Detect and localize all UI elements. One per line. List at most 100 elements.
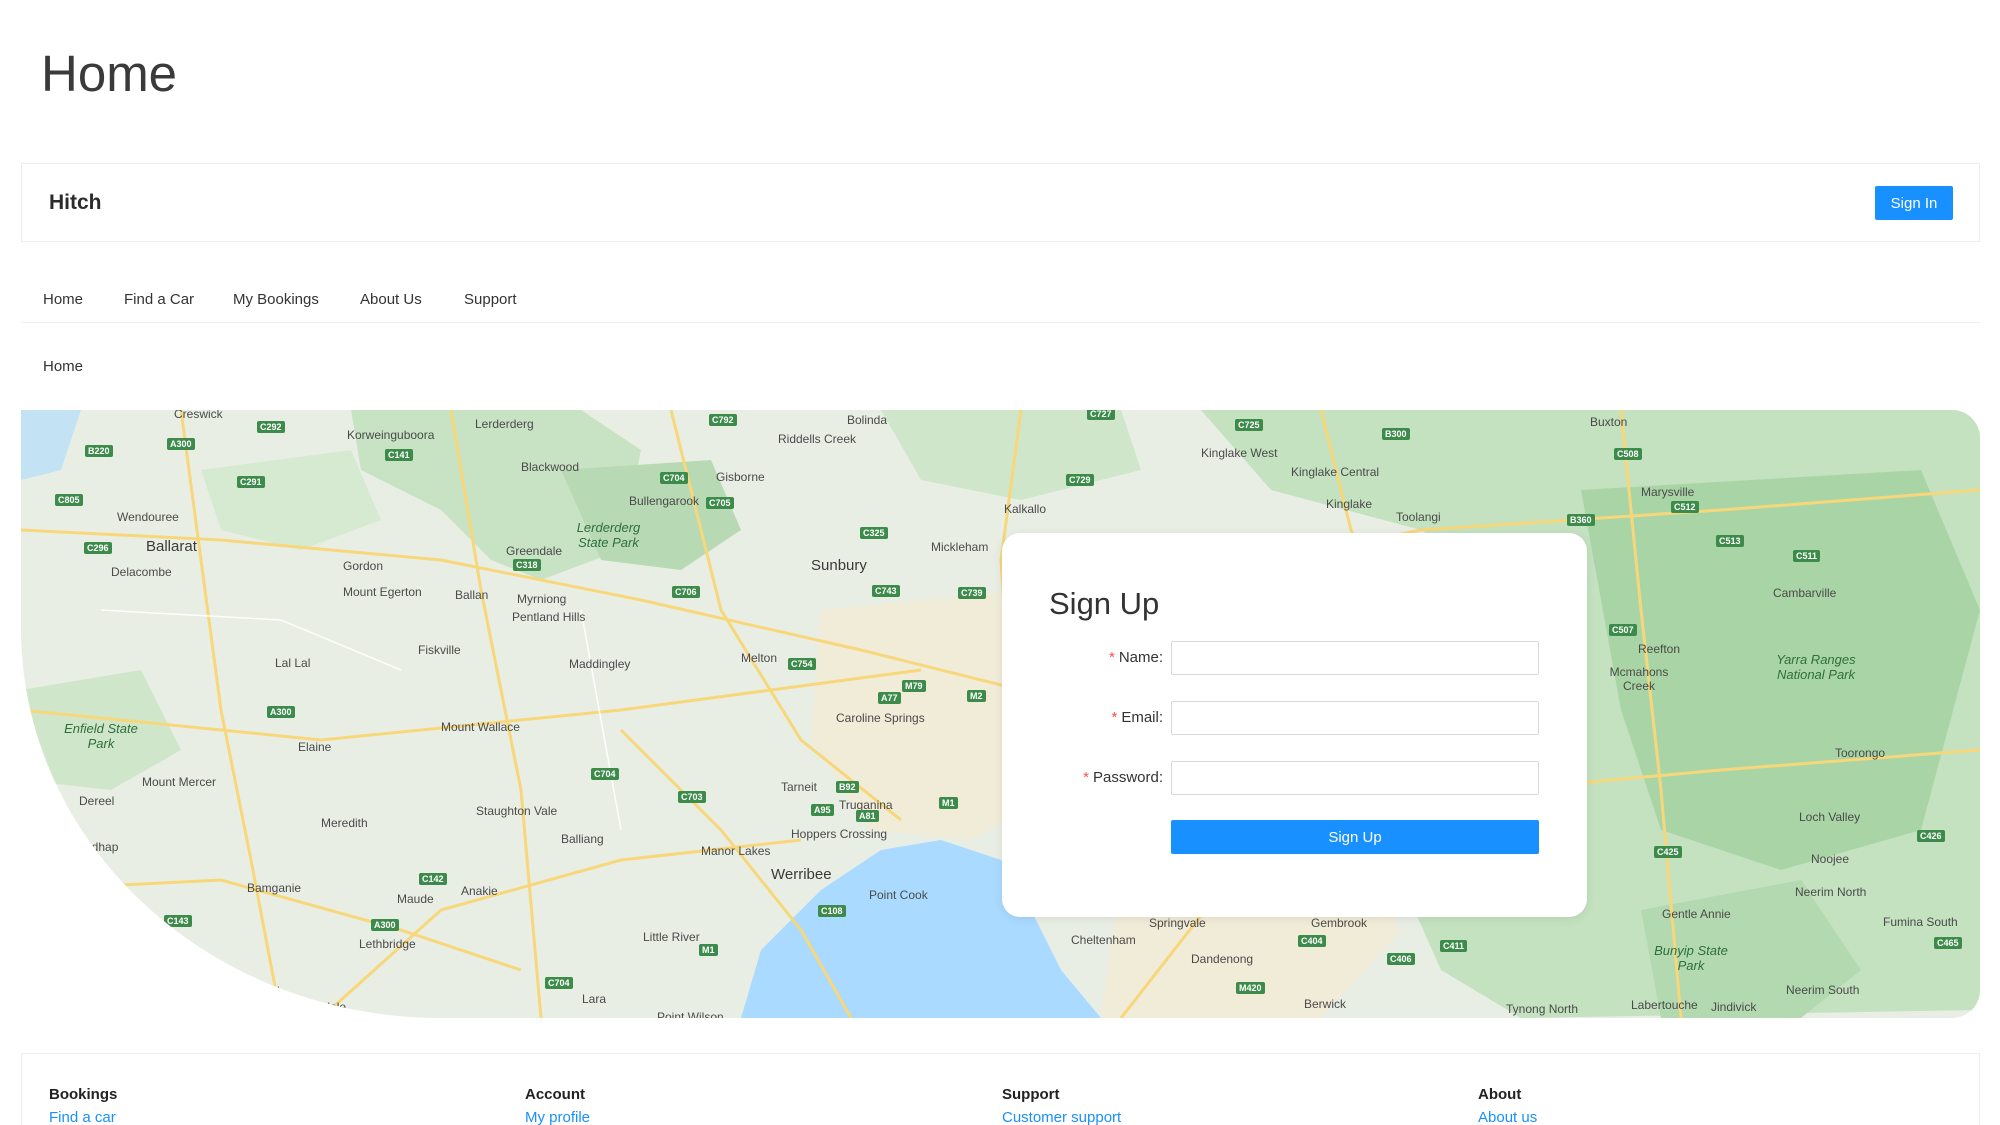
map-place-label: Corindhap bbox=[63, 840, 119, 854]
map-place-label: Kalkallo bbox=[1004, 502, 1047, 516]
background-map: Ballarat Sunbury Melton Werribee Gisborn… bbox=[21, 410, 1980, 1018]
map-place-label: Maude bbox=[397, 892, 434, 906]
route-shield: A300 bbox=[371, 919, 399, 931]
breadcrumb-item-home[interactable]: Home bbox=[43, 358, 83, 375]
map-place-label: Maddingley bbox=[569, 657, 631, 671]
footer-column-bookings: Bookings Find a car bbox=[49, 1086, 117, 1125]
app-header: Hitch Sign In bbox=[21, 163, 1980, 242]
main-nav: Home Find a Car My Bookings About Us Sup… bbox=[21, 285, 1980, 323]
form-row-name: * Name: bbox=[1002, 641, 1587, 675]
footer-heading: Bookings bbox=[49, 1086, 118, 1103]
map-place-label: Delacombe bbox=[111, 565, 172, 579]
route-shield: C705 bbox=[706, 497, 734, 509]
nav-item-support[interactable]: Support bbox=[464, 291, 517, 308]
map-place-label: Toolangi bbox=[1396, 510, 1441, 524]
map-place-label: Mickleham bbox=[931, 540, 989, 554]
map-place-label: Marysville bbox=[1641, 485, 1695, 499]
map-place-label: Fiskville bbox=[418, 643, 461, 657]
route-shield: C703 bbox=[678, 791, 706, 803]
map-place-label: Caroline Springs bbox=[836, 711, 925, 725]
map-place-label: Pentland Hills bbox=[512, 610, 586, 624]
map-place-label: Shelford bbox=[235, 984, 280, 998]
map-place-label: Creswick bbox=[174, 410, 223, 421]
breadcrumb: Home bbox=[43, 358, 83, 375]
map-place-label: Cambarville bbox=[1773, 586, 1837, 600]
email-input[interactable] bbox=[1171, 701, 1539, 735]
nav-item-find-a-car[interactable]: Find a Car bbox=[124, 291, 194, 308]
map-place-label: Mount Egerton bbox=[343, 585, 422, 599]
map-place-label: Teesdale bbox=[298, 1000, 347, 1014]
map-place-label: Mount Wallace bbox=[441, 720, 520, 734]
map-place-label: Kinglake Central bbox=[1291, 465, 1380, 479]
map-place-label: Cheltenham bbox=[1071, 933, 1136, 947]
route-shield: C729 bbox=[1066, 474, 1094, 486]
form-row-email: * Email: bbox=[1002, 701, 1587, 735]
form-row-password: * Password: bbox=[1002, 761, 1587, 795]
map-place-label: Toorongo bbox=[1835, 746, 1886, 760]
route-shield: M420 bbox=[1236, 982, 1265, 994]
map-place-label: Bamganie bbox=[247, 881, 302, 895]
password-label: * Password: bbox=[1083, 769, 1163, 786]
nav-item-my-bookings[interactable]: My Bookings bbox=[233, 291, 319, 308]
map-place-label: Myrniong bbox=[517, 592, 567, 606]
map-place-label: Lal Lal bbox=[275, 656, 311, 670]
footer-link-customer-support[interactable]: Customer support bbox=[1002, 1109, 1121, 1125]
required-mark: * bbox=[1108, 649, 1115, 666]
route-shield: C792 bbox=[709, 414, 737, 426]
map-place-label: Bullengarook bbox=[629, 494, 700, 508]
footer-link-my-profile[interactable]: My profile bbox=[525, 1109, 590, 1125]
route-shield: A95 bbox=[811, 804, 834, 816]
map-place-label: Lethbridge bbox=[359, 937, 416, 951]
route-shield: B300 bbox=[1382, 428, 1410, 440]
route-shield: C142 bbox=[419, 873, 447, 885]
footer-column-account: Account My profile bbox=[525, 1086, 590, 1125]
map-place-label: Ballarat bbox=[146, 538, 197, 555]
email-label-text: Email bbox=[1121, 709, 1159, 726]
route-shield: B92 bbox=[836, 781, 859, 793]
map-place-label: Noojee bbox=[1811, 852, 1850, 866]
map-place-label: Tynong North bbox=[1506, 1002, 1579, 1016]
map-place-label: Elaine bbox=[298, 740, 332, 754]
map-place-label: Dereel bbox=[79, 794, 115, 808]
route-shield: C141 bbox=[385, 449, 413, 461]
route-shield: M2 bbox=[967, 690, 986, 702]
map-place-label: Point Cook bbox=[869, 888, 928, 902]
route-shield: C739 bbox=[958, 587, 986, 599]
map-place-label: Anakie bbox=[461, 884, 498, 898]
footer-link-find-a-car[interactable]: Find a car bbox=[49, 1109, 117, 1125]
map-place-label: Buxton bbox=[1590, 415, 1628, 429]
route-shield: C108 bbox=[818, 905, 846, 917]
nav-item-about-us[interactable]: About Us bbox=[360, 291, 422, 308]
map-place-label: Jindivick bbox=[1711, 1000, 1757, 1014]
route-shield: C704 bbox=[545, 977, 573, 989]
map-place-label: Mcmahons Creek bbox=[1609, 665, 1669, 693]
sign-up-button[interactable]: Sign Up bbox=[1171, 820, 1539, 854]
sign-in-button[interactable]: Sign In bbox=[1875, 186, 1953, 220]
footer-link-about-us[interactable]: About us bbox=[1478, 1109, 1537, 1125]
brand-logo-text[interactable]: Hitch bbox=[49, 191, 102, 215]
map-place-label: Gentle Annie bbox=[1662, 907, 1731, 921]
password-input[interactable] bbox=[1171, 761, 1539, 795]
map-place-label: Gembrook bbox=[1311, 916, 1368, 930]
footer-column-about: About About us bbox=[1478, 1086, 1537, 1125]
map-place-label: Staughton Vale bbox=[476, 804, 558, 818]
route-shield: C754 bbox=[788, 658, 816, 670]
route-shield: C318 bbox=[513, 559, 541, 571]
map-place-label: Neerim South bbox=[1786, 983, 1860, 997]
route-shield: A300 bbox=[167, 438, 195, 450]
map-place-label: Labertouche bbox=[1631, 998, 1698, 1012]
required-mark: * bbox=[1083, 769, 1089, 786]
route-shield: C143 bbox=[164, 915, 192, 927]
map-place-label: Reefton bbox=[1638, 642, 1681, 656]
signup-title: Sign Up bbox=[1049, 586, 1160, 621]
route-shield: C425 bbox=[1654, 846, 1682, 858]
route-shield: A300 bbox=[267, 706, 295, 718]
map-park-label: Yarra Ranges National Park bbox=[1776, 652, 1856, 682]
map-place-label: Kinglake bbox=[1326, 497, 1373, 511]
name-input[interactable] bbox=[1171, 641, 1539, 675]
map-place-label: Berwick bbox=[1304, 997, 1347, 1011]
map-place-label: Springvale bbox=[1149, 916, 1206, 930]
nav-item-home[interactable]: Home bbox=[43, 291, 83, 308]
map-park-label: Lerderderg State Park bbox=[576, 520, 641, 550]
route-shield: C704 bbox=[591, 768, 619, 780]
